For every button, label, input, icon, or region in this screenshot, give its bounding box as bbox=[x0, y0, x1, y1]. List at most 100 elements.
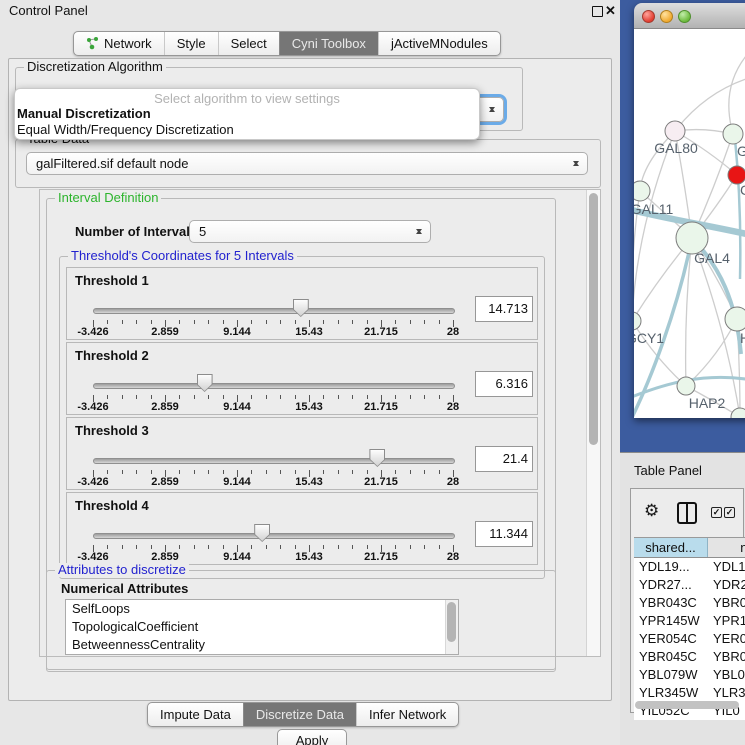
threshold-label: Threshold 1 bbox=[75, 273, 149, 288]
node-label: HAP2 bbox=[689, 395, 726, 411]
table-cell[interactable]: YLR3 bbox=[708, 684, 745, 702]
gear-icon[interactable]: ⚙ bbox=[644, 502, 659, 519]
column-header-name[interactable]: na bbox=[708, 538, 745, 557]
tab-infer-network[interactable]: Infer Network bbox=[356, 703, 458, 726]
table-row[interactable]: YPR145WYPR1 bbox=[634, 612, 745, 630]
network-node[interactable] bbox=[731, 408, 745, 418]
algorithm-dropdown-popup: Select algorithm to view settings Manual… bbox=[14, 88, 480, 140]
tab-discretize-data[interactable]: Discretize Data bbox=[243, 703, 356, 726]
table-row[interactable]: YER054CYER0 bbox=[634, 630, 745, 648]
table-cell[interactable]: YBR0 bbox=[708, 594, 745, 612]
tick-mark bbox=[251, 320, 252, 324]
network-node[interactable] bbox=[634, 181, 650, 201]
threshold-value-field[interactable]: 14.713 bbox=[475, 296, 533, 322]
slider-thumb[interactable] bbox=[369, 449, 385, 467]
slider-thumb[interactable] bbox=[254, 524, 270, 542]
scrollbar-thumb[interactable] bbox=[589, 193, 598, 445]
zoom-traffic-light-icon[interactable] bbox=[678, 10, 691, 23]
network-node[interactable] bbox=[723, 124, 743, 144]
network-node[interactable] bbox=[677, 377, 695, 395]
threshold-label: Threshold 3 bbox=[75, 423, 149, 438]
table-cell[interactable]: YER0 bbox=[708, 630, 745, 648]
table-cell[interactable]: YDR2 bbox=[708, 576, 745, 594]
table-cell[interactable]: YPR1 bbox=[708, 612, 745, 630]
dropdown-option-equal-width[interactable]: Equal Width/Frequency Discretization bbox=[15, 122, 479, 138]
table-cell[interactable]: YBR043C bbox=[634, 594, 708, 612]
table-cell[interactable]: YBL0 bbox=[708, 666, 745, 684]
settings-scrollbar[interactable] bbox=[586, 190, 600, 656]
attribute-list-item[interactable]: SelfLoops bbox=[66, 600, 458, 618]
tab-impute-data[interactable]: Impute Data bbox=[148, 703, 243, 726]
list-scrollbar[interactable] bbox=[445, 600, 458, 654]
slider-track[interactable] bbox=[93, 383, 455, 389]
table-row[interactable]: YDR27...YDR2 bbox=[634, 576, 745, 594]
network-window-titlebar[interactable] bbox=[634, 3, 745, 29]
tick-mark bbox=[338, 470, 339, 474]
tab-network[interactable]: Network bbox=[74, 32, 164, 55]
table-cell[interactable]: YBL079W bbox=[634, 666, 708, 684]
tick-mark bbox=[136, 470, 137, 474]
tick-label: 28 bbox=[447, 551, 459, 563]
number-of-intervals-combobox[interactable]: 5 bbox=[189, 220, 431, 243]
slider-track[interactable] bbox=[93, 308, 455, 314]
slider-thumb[interactable] bbox=[197, 374, 213, 392]
table-cell[interactable]: YDL19... bbox=[634, 558, 708, 576]
network-canvas[interactable]: GAL80GACGAL11GAL4GCY1HHAP2 bbox=[634, 29, 745, 418]
slider-thumb[interactable] bbox=[293, 299, 309, 317]
table-cell[interactable]: YBR045C bbox=[634, 648, 708, 666]
float-window-icon[interactable] bbox=[592, 6, 603, 17]
tick-mark bbox=[223, 320, 224, 324]
node-label: GA bbox=[737, 143, 745, 159]
table-cell[interactable]: YER054C bbox=[634, 630, 708, 648]
table-data-combobox[interactable]: galFiltered.sif default node bbox=[26, 152, 588, 175]
tab-cyni-toolbox[interactable]: Cyni Toolbox bbox=[279, 32, 378, 55]
table-cell[interactable]: YLR345W bbox=[634, 684, 708, 702]
checkbox-icon[interactable]: ✓ bbox=[724, 507, 735, 518]
tab-jactivemnodules[interactable]: jActiveMNodules bbox=[378, 32, 500, 55]
combobox-arrows-icon bbox=[415, 221, 423, 242]
table-row[interactable]: YLR345WYLR3 bbox=[634, 684, 745, 702]
table-cell[interactable]: YDL1 bbox=[708, 558, 745, 576]
table-cell[interactable]: YBR0 bbox=[708, 648, 745, 666]
attribute-list-item[interactable]: TopologicalCoefficient bbox=[66, 618, 458, 636]
tick-label: 9.144 bbox=[223, 551, 251, 563]
threshold-value-field[interactable]: 21.4 bbox=[475, 446, 533, 472]
scrollbar-thumb[interactable] bbox=[447, 602, 456, 642]
close-icon[interactable]: ✕ bbox=[605, 3, 616, 19]
threshold-value-field[interactable]: 11.344 bbox=[475, 521, 533, 547]
table-row[interactable]: YBR045CYBR0 bbox=[634, 648, 745, 666]
slider-track[interactable] bbox=[93, 533, 455, 539]
table-row[interactable]: YDL19...YDL1 bbox=[634, 558, 745, 576]
number-of-intervals-label: Number of Intervals bbox=[75, 224, 197, 239]
table-row[interactable]: YBL079WYBL0 bbox=[634, 666, 745, 684]
column-header-shared-name[interactable]: shared... bbox=[634, 538, 708, 557]
tab-select[interactable]: Select bbox=[218, 32, 279, 55]
slider-track[interactable] bbox=[93, 458, 455, 464]
network-node[interactable] bbox=[634, 312, 641, 330]
node-label: GAL4 bbox=[694, 250, 730, 266]
numerical-attributes-list[interactable]: SelfLoopsTopologicalCoefficientBetweenne… bbox=[65, 599, 459, 655]
table-cell[interactable]: YDR27... bbox=[634, 576, 708, 594]
table-horizontal-scrollbar[interactable] bbox=[635, 701, 739, 709]
threshold-value-field[interactable]: 6.316 bbox=[475, 371, 533, 397]
tick-label: 28 bbox=[447, 401, 459, 413]
tick-label: 2.859 bbox=[151, 401, 179, 413]
tick-mark bbox=[266, 320, 267, 324]
column-layout-icon[interactable] bbox=[677, 502, 697, 524]
dropdown-option-manual[interactable]: Manual Discretization bbox=[15, 106, 479, 122]
close-traffic-light-icon[interactable] bbox=[642, 10, 655, 23]
network-graph: GAL80GACGAL11GAL4GCY1HHAP2 bbox=[634, 29, 745, 418]
checkbox-icon[interactable]: ✓ bbox=[711, 507, 722, 518]
network-node[interactable] bbox=[665, 121, 685, 141]
tab-style[interactable]: Style bbox=[164, 32, 218, 55]
table-body: YDL19...YDL1YDR27...YDR2YBR043CYBR0YPR14… bbox=[634, 558, 745, 720]
minimize-traffic-light-icon[interactable] bbox=[660, 10, 673, 23]
table-cell[interactable]: YPR145W bbox=[634, 612, 708, 630]
tick-mark bbox=[251, 470, 252, 474]
attribute-list-item[interactable]: BetweennessCentrality bbox=[66, 636, 458, 654]
tick-mark bbox=[122, 395, 123, 399]
table-row[interactable]: YBR043CYBR0 bbox=[634, 594, 745, 612]
table-data-selected: galFiltered.sif default node bbox=[36, 156, 188, 171]
apply-button[interactable]: Apply bbox=[277, 729, 347, 745]
network-node[interactable] bbox=[725, 307, 745, 331]
